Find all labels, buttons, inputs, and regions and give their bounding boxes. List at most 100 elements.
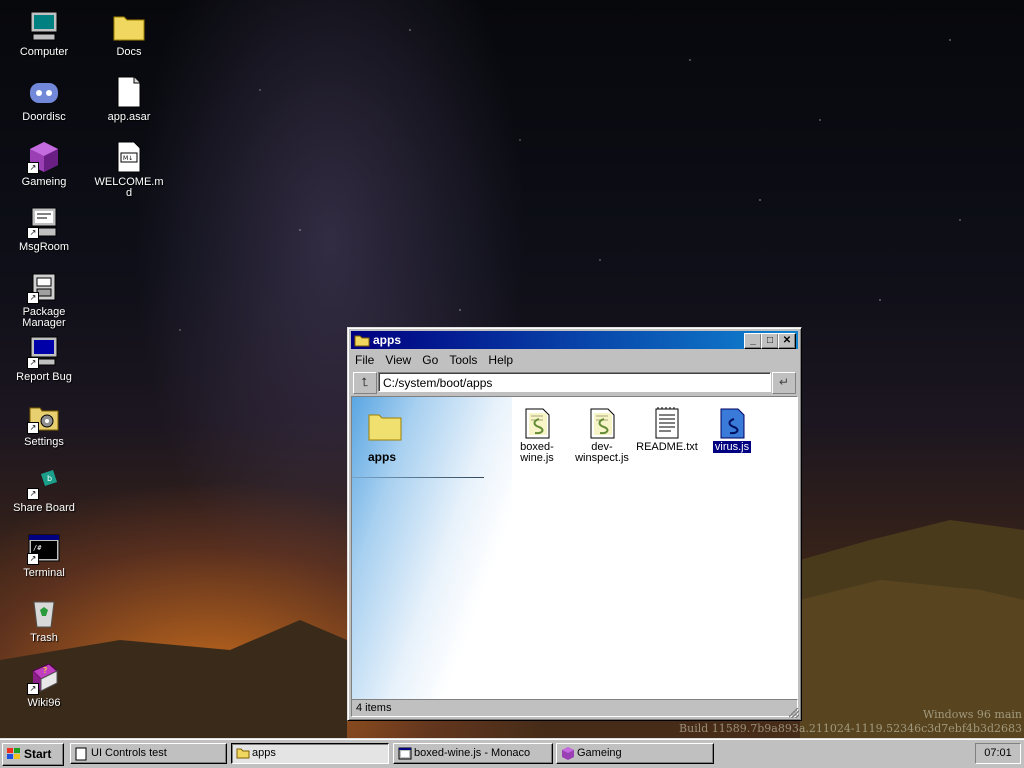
menu-bar: File View Go Tools Help	[351, 350, 798, 370]
shortcut-arrow-icon: ↗	[27, 162, 39, 174]
desktop-icon-label: Gameing	[21, 176, 67, 188]
desktop-icon-label: MsgRoom	[18, 241, 70, 253]
text-file-icon	[651, 407, 683, 439]
taskbar: Start UI Controls test apps boxed-wine.j…	[0, 739, 1024, 768]
terminal-icon: /# ↗	[27, 531, 61, 565]
cube-icon	[562, 747, 574, 760]
go-button[interactable]: ↵	[772, 372, 796, 394]
window-titlebar[interactable]: apps _ □ ✕	[351, 331, 798, 349]
build-line-2: Build 11589.7b9a893a.211024-1119.52346c3…	[679, 722, 1022, 735]
markdown-icon: M↓	[112, 140, 146, 174]
desktop-icon-msgroom[interactable]: ↗ MsgRoom	[8, 205, 80, 253]
script-icon	[521, 407, 553, 439]
desktop-icon-settings[interactable]: ↗ Settings	[8, 400, 80, 448]
desktop-icon-wiki96[interactable]: ? ↗ Wiki96	[8, 661, 80, 709]
desktop-icon-label: Docs	[116, 46, 142, 58]
shortcut-arrow-icon: ↗	[27, 227, 39, 239]
menu-tools[interactable]: Tools	[445, 350, 481, 370]
explorer-window[interactable]: apps _ □ ✕ File View Go Tools Help ⮤ C:/…	[347, 327, 802, 721]
task-ui-controls-test[interactable]: UI Controls test	[70, 743, 227, 764]
settings-icon: ↗	[27, 400, 61, 434]
shortcut-arrow-icon: ↗	[27, 357, 39, 369]
menu-help[interactable]: Help	[484, 350, 517, 370]
file-item[interactable]: dev-winspect.js	[571, 407, 633, 464]
task-label: apps	[252, 747, 276, 759]
menu-file[interactable]: File	[351, 350, 378, 370]
script-icon	[716, 407, 748, 439]
package-icon: ↗	[27, 270, 61, 304]
file-icon	[112, 75, 146, 109]
chat-icon: ↗	[27, 205, 61, 239]
desktop-icon-report-bug[interactable]: ↗ Report Bug	[8, 335, 80, 383]
code-editor-icon	[398, 747, 412, 760]
address-bar: ⮤ C:/system/boot/apps ↵	[351, 371, 798, 395]
maximize-button[interactable]: □	[761, 333, 779, 349]
start-label: Start	[24, 747, 52, 761]
desktop-icon-label: Terminal	[23, 567, 65, 579]
menu-go[interactable]: Go	[418, 350, 442, 370]
svg-text:b: b	[47, 474, 52, 483]
file-item[interactable]: boxed-wine.js	[506, 407, 568, 464]
task-label: boxed-wine.js - Monaco	[414, 747, 531, 759]
svg-text:?: ?	[43, 666, 47, 675]
desktop-icon-label: Wiki96	[27, 697, 61, 709]
up-folder-button[interactable]: ⮤	[353, 372, 377, 394]
start-button[interactable]: Start	[2, 743, 64, 766]
desktop-icon-welcome-md[interactable]: M↓ WELCOME.md	[93, 140, 165, 199]
shortcut-arrow-icon: ↗	[27, 292, 39, 304]
desktop-icon-computer[interactable]: Computer	[8, 10, 80, 58]
desktop-icon-share-board[interactable]: b ↗ Share Board	[8, 466, 80, 514]
desktop-icon-gameing[interactable]: ↗ Gameing	[8, 140, 80, 188]
folder-icon	[354, 335, 370, 347]
menu-view[interactable]: View	[381, 350, 415, 370]
desktop-icon-terminal[interactable]: /# ↗ Terminal	[8, 531, 80, 579]
task-label: UI Controls test	[91, 747, 167, 759]
desktop-icon-label: Report Bug	[16, 371, 72, 383]
desktop-icon-label: Package Manager	[22, 306, 66, 329]
desktop-icon-label: Trash	[30, 632, 58, 644]
folder-icon	[236, 748, 250, 759]
maximize-icon: □	[766, 335, 774, 346]
file-item-selected[interactable]: virus.js	[701, 407, 763, 454]
shortcut-arrow-icon: ↗	[27, 683, 39, 695]
file-label: virus.js	[711, 440, 753, 454]
task-label: Gameing	[577, 747, 622, 759]
document-icon	[75, 747, 87, 761]
address-input[interactable]: C:/system/boot/apps	[378, 372, 771, 392]
desktop-icon-label: Doordisc	[22, 111, 66, 123]
desktop-icon-trash[interactable]: Trash	[8, 596, 80, 644]
status-text: 4 items	[356, 702, 392, 714]
shortcut-arrow-icon: ↗	[27, 422, 39, 434]
folder-icon	[112, 10, 146, 44]
computer-icon	[27, 10, 61, 44]
file-view[interactable]: apps boxed-wine.js dev-winspect.js READM…	[351, 396, 798, 700]
discord-icon	[27, 75, 61, 109]
desktop-icon-label: Computer	[19, 46, 69, 58]
system-clock[interactable]: 07:01	[975, 743, 1021, 764]
close-button[interactable]: ✕	[778, 333, 796, 349]
bug-report-icon: ↗	[27, 335, 61, 369]
desktop-icon-label: Settings	[24, 436, 64, 448]
script-icon	[586, 407, 618, 439]
task-boxed-wine-monaco[interactable]: boxed-wine.js - Monaco	[393, 743, 553, 764]
windows-logo-icon	[7, 748, 20, 759]
build-info: Windows 96 main Build 11589.7b9a893a.211…	[679, 708, 1022, 736]
file-item[interactable]: README.txt	[636, 407, 698, 453]
up-arrow-icon: ⮤	[361, 375, 369, 389]
desktop-icon-doordisc[interactable]: Doordisc	[8, 75, 80, 123]
desktop-icon-package-manager[interactable]: ↗ Package Manager	[8, 270, 80, 329]
task-gameing[interactable]: Gameing	[556, 743, 714, 764]
shortcut-arrow-icon: ↗	[27, 553, 39, 565]
cube-icon: ↗	[27, 140, 61, 174]
task-apps[interactable]: apps	[231, 743, 389, 764]
file-label: README.txt	[636, 441, 698, 453]
book-icon: ? ↗	[27, 661, 61, 695]
minimize-button[interactable]: _	[744, 333, 762, 349]
svg-text:M↓: M↓	[123, 155, 133, 162]
desktop-icon-app-asar[interactable]: app.asar	[93, 75, 165, 123]
file-label: dev-winspect.js	[575, 441, 629, 464]
desktop-icon-label: app.asar	[107, 111, 151, 123]
folder-divider	[352, 477, 484, 478]
desktop-icon-docs[interactable]: Docs	[93, 10, 165, 58]
window-title: apps	[373, 333, 402, 347]
